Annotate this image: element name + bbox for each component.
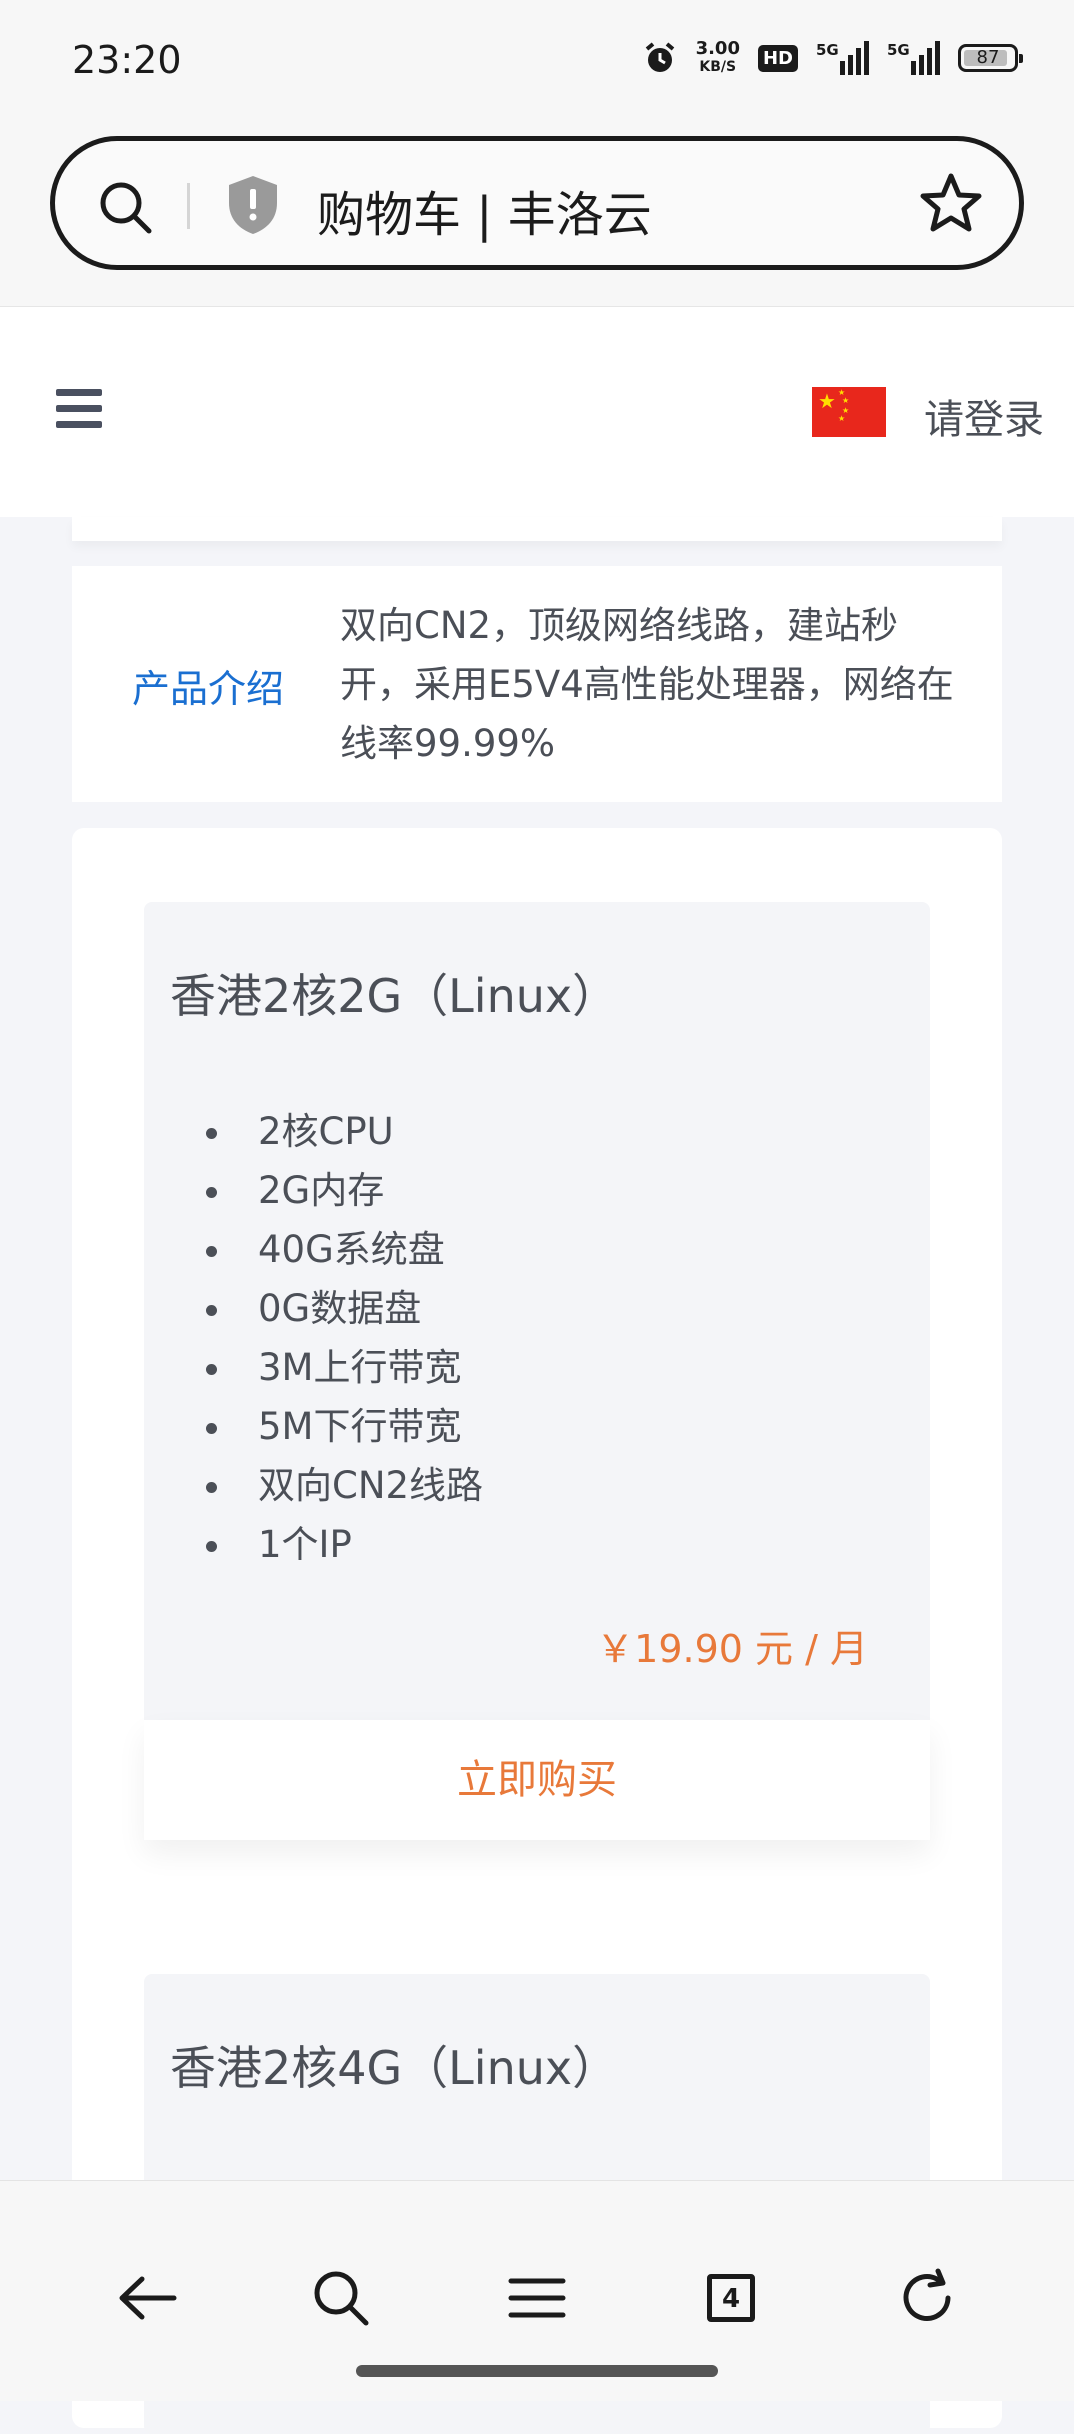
menu-button[interactable]	[502, 2263, 572, 2333]
product-intro-card: 产品介绍 双向CN2，顶级网络线路，建站秒开，采用E5V4高性能处理器，网络在线…	[72, 566, 1002, 802]
buy-now-button[interactable]: 立即购买	[144, 1720, 930, 1840]
spec-item: 1个IP	[144, 1515, 483, 1574]
battery-icon: 87	[958, 44, 1023, 72]
tabs-button[interactable]: 4	[696, 2263, 766, 2333]
status-time: 23:20	[72, 38, 182, 82]
search-button[interactable]	[306, 2263, 376, 2333]
product-name: 香港2核2G（Linux）	[170, 969, 619, 1023]
refresh-icon[interactable]	[896, 2267, 958, 2329]
browser-toolbar: 购物车 | 丰洛云	[0, 128, 1074, 307]
signal-sim2-icon: 5G	[887, 41, 940, 75]
intro-text: 双向CN2，顶级网络线路，建站秒开，采用E5V4高性能处理器，网络在线率99.9…	[340, 604, 954, 765]
signal-sim1-icon: 5G	[816, 41, 869, 75]
address-bar[interactable]: 购物车 | 丰洛云	[50, 136, 1024, 270]
login-link[interactable]: 请登录	[924, 387, 1044, 445]
china-flag-icon[interactable]: ★ ★ ★ ★ ★	[812, 387, 886, 437]
spec-list: 2核CPU 2G内存 40G系统盘 0G数据盘 3M上行带宽 5M下行带宽 双向…	[144, 1102, 483, 1574]
previous-card-bottom	[72, 517, 1002, 541]
spec-item: 双向CN2线路	[144, 1456, 483, 1515]
page-title[interactable]: 购物车 | 丰洛云	[317, 175, 652, 245]
search-icon[interactable]	[97, 179, 155, 237]
browser-bottom-nav: 4	[0, 2180, 1074, 2401]
address-bar-divider	[187, 183, 190, 229]
spec-item: 2核CPU	[144, 1102, 483, 1161]
net-speed-unit: KB/S	[699, 59, 737, 75]
back-button[interactable]	[112, 2263, 182, 2333]
menu-icon[interactable]	[507, 2275, 567, 2321]
product-price: ￥19.90 元 / 月	[596, 1627, 868, 1671]
product-name: 香港2核4G（Linux）	[170, 2041, 619, 2095]
spec-item: 3M上行带宽	[144, 1338, 483, 1397]
home-indicator[interactable]	[356, 2365, 718, 2377]
tabs-icon[interactable]: 4	[707, 2274, 755, 2322]
star-icon[interactable]	[919, 171, 983, 235]
spec-item: 2G内存	[144, 1161, 483, 1220]
search-icon[interactable]	[310, 2267, 372, 2329]
battery-level: 87	[976, 47, 1000, 68]
spec-item: 0G数据盘	[144, 1279, 483, 1338]
spec-item: 5M下行带宽	[144, 1397, 483, 1456]
net-speed: 3.00 KB/S	[696, 40, 740, 76]
refresh-button[interactable]	[892, 2263, 962, 2333]
spec-item: 40G系统盘	[144, 1220, 483, 1279]
alarm-icon	[645, 42, 674, 72]
site-header: ★ ★ ★ ★ ★ 请登录	[0, 307, 1074, 517]
shield-icon[interactable]	[225, 173, 281, 237]
intro-label: 产品介绍	[132, 667, 285, 711]
sim1-label: 5G	[816, 41, 839, 59]
status-icons: 3.00 KB/S HD 5G 5G 87	[642, 40, 1023, 76]
net-speed-value: 3.00	[695, 38, 740, 59]
hd-badge: HD	[757, 44, 798, 72]
status-bar: 23:20 3.00 KB/S HD 5G 5G 87	[0, 0, 1074, 128]
hamburger-menu-icon[interactable]	[56, 389, 102, 437]
back-arrow-icon[interactable]	[116, 2273, 178, 2323]
sim2-label: 5G	[887, 41, 910, 59]
product-card: 香港2核2G（Linux） 2核CPU 2G内存 40G系统盘 0G数据盘 3M…	[144, 902, 930, 1840]
